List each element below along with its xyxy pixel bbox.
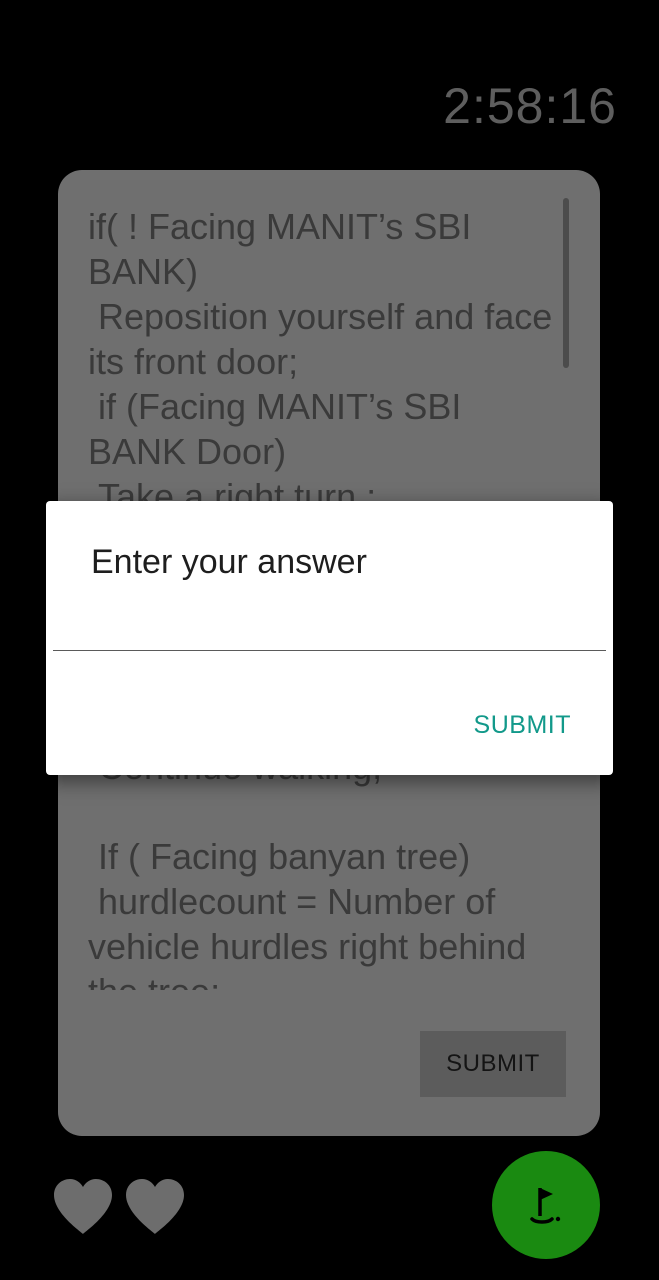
answer-dialog: Enter your answer SUBMIT xyxy=(46,501,613,775)
screen: 2:58:16 if( ! Facing MANIT’s SBI BANK) R… xyxy=(0,0,659,1280)
dialog-submit-button[interactable]: SUBMIT xyxy=(462,703,583,747)
dialog-title: Enter your answer xyxy=(91,543,367,581)
answer-input[interactable] xyxy=(53,609,606,651)
